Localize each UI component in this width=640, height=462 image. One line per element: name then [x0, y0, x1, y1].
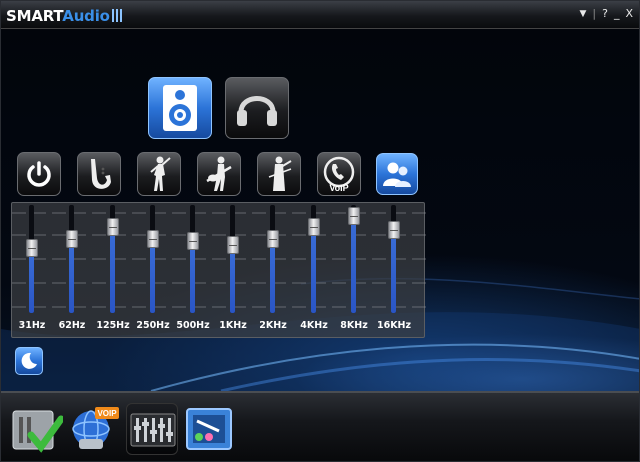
eq-band-label: 8KHz	[340, 320, 368, 331]
bottom-navigation: VOIP	[1, 391, 639, 461]
eq-slider-track[interactable]	[29, 205, 34, 313]
equalizer-icon	[130, 413, 176, 447]
eq-slider-thumb[interactable]	[227, 236, 239, 254]
speaker-icon	[163, 85, 197, 131]
eq-slider-thumb[interactable]	[267, 230, 279, 248]
window-controls: ▼ | ? _ X	[579, 8, 633, 20]
eq-slider-thumb[interactable]	[66, 230, 78, 248]
dancer-icon	[150, 156, 171, 191]
preset-classical-button[interactable]	[257, 152, 301, 196]
eq-slider-track[interactable]	[270, 205, 275, 313]
eq-band: 4KHz	[294, 203, 334, 339]
preset-voip-button[interactable]: VoIP	[317, 152, 361, 196]
eq-band: 2KHz	[253, 203, 293, 339]
eq-slider-thumb[interactable]	[147, 230, 159, 248]
eq-band: 500Hz	[173, 203, 213, 339]
logo-text-audio: Audio	[62, 7, 110, 25]
eq-slider-track[interactable]	[150, 205, 155, 313]
jack-config-icon	[186, 408, 232, 450]
equalizer-panel: 31Hz 62Hz 125Hz 250Hz 500Hz 1KHz 2KHz 4KHz 8KHz 1…	[11, 202, 426, 339]
logo-text-smart: SMART	[6, 7, 63, 25]
eq-band: 250Hz	[133, 203, 173, 339]
night-mode-button[interactable]	[15, 347, 43, 375]
preset-dance-button[interactable]	[137, 152, 181, 196]
headphone-output-button[interactable]	[225, 77, 289, 139]
voip-badge-label: VOIP	[97, 409, 117, 418]
eq-slider-thumb[interactable]	[348, 207, 360, 225]
eq-band: 16KHz	[374, 203, 414, 339]
tab-jack-config[interactable]	[183, 403, 235, 455]
eq-band-label: 250Hz	[136, 320, 170, 331]
title-bar: SMARTAudio ▼ | ? _ X	[1, 1, 639, 29]
tab-status[interactable]	[11, 403, 65, 455]
checklist-icon	[12, 410, 65, 453]
eq-slider-track[interactable]	[69, 205, 74, 313]
preset-user-button[interactable]	[376, 153, 418, 195]
eq-band: 8KHz	[334, 203, 374, 339]
eq-band-label: 500Hz	[176, 320, 210, 331]
minimize-button[interactable]: _	[614, 8, 620, 20]
guitarist-icon	[206, 156, 232, 191]
eq-band: 31Hz	[12, 203, 52, 339]
preset-jazz-button[interactable]	[77, 152, 121, 196]
saxophone-icon	[91, 159, 111, 189]
app-logo: SMARTAudio	[6, 7, 124, 25]
eq-band-label: 2KHz	[259, 320, 287, 331]
tab-equalizer[interactable]	[126, 403, 178, 455]
eq-band-label: 125Hz	[96, 320, 130, 331]
moon-icon	[21, 352, 37, 369]
violinist-icon	[268, 156, 292, 191]
headphone-icon	[237, 96, 277, 126]
eq-band-label: 16KHz	[376, 320, 412, 331]
eq-slider-thumb[interactable]	[26, 239, 38, 257]
eq-slider-track[interactable]	[230, 205, 235, 313]
eq-band-label: 1KHz	[219, 320, 247, 331]
eq-band: 125Hz	[93, 203, 133, 339]
speaker-output-button[interactable]	[148, 77, 212, 139]
eq-slider-thumb[interactable]	[388, 221, 400, 239]
eq-band-label: 31Hz	[18, 320, 46, 331]
eq-slider-thumb[interactable]	[187, 232, 199, 250]
voip-icon: VoIP	[323, 156, 355, 193]
preset-rock-button[interactable]	[197, 152, 241, 196]
logo-bars-icon	[111, 9, 124, 22]
power-icon	[27, 161, 51, 187]
menu-dropdown-icon[interactable]: ▼	[579, 8, 586, 20]
main-panel: VoIP 31Hz 62Hz 125Hz 250Hz 500Hz 1KHz 2K…	[1, 29, 639, 391]
eq-slider-track[interactable]	[190, 205, 195, 313]
users-icon	[383, 162, 411, 187]
controls-separator: |	[592, 7, 597, 20]
eq-band: 62Hz	[52, 203, 92, 339]
help-button[interactable]: ?	[602, 8, 608, 20]
voip-globe-icon: VOIP	[72, 407, 119, 449]
voip-label: VoIP	[329, 183, 348, 193]
eq-band-label: 62Hz	[58, 320, 86, 331]
eq-slider-thumb[interactable]	[107, 218, 119, 236]
close-button[interactable]: X	[625, 8, 633, 20]
smartaudio-window: SMARTAudio ▼ | ? _ X VoIP 31Hz 62Hz 125H…	[0, 0, 640, 462]
eq-band-label: 4KHz	[300, 320, 328, 331]
eq-slider-thumb[interactable]	[308, 218, 320, 236]
preset-power-button[interactable]	[17, 152, 61, 196]
eq-band: 1KHz	[213, 203, 253, 339]
tab-voip[interactable]: VOIP	[69, 403, 121, 455]
